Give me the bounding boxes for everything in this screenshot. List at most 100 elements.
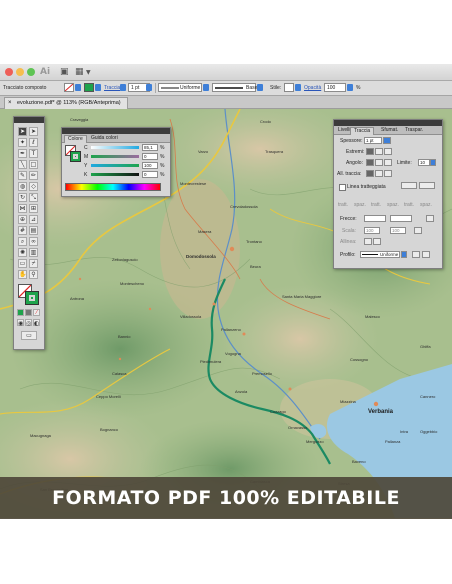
channel-k-field[interactable]: 0 bbox=[142, 171, 158, 178]
stroke-color-swatch[interactable] bbox=[25, 291, 39, 305]
profile-dropdown-arrow[interactable] bbox=[401, 251, 407, 258]
screen-mode-icon[interactable]: ▭ bbox=[21, 331, 37, 340]
stroke-label[interactable]: Traccia bbox=[104, 85, 120, 91]
end-scale-input[interactable]: 100 bbox=[390, 227, 406, 234]
align-inside-button[interactable] bbox=[375, 170, 383, 177]
minimize-window-button[interactable] bbox=[16, 68, 24, 76]
variable-width-profile[interactable]: Uniforme bbox=[158, 83, 202, 92]
dashed-line-checkbox[interactable] bbox=[339, 184, 346, 191]
channel-c-field[interactable]: 85,1 bbox=[142, 144, 158, 151]
arrow-tip-beyond-button[interactable] bbox=[364, 238, 372, 245]
channel-c-slider[interactable] bbox=[91, 146, 139, 149]
rectangle-tool-icon[interactable]: □ bbox=[29, 160, 38, 169]
direct-selection-tool-icon[interactable]: ➤ bbox=[29, 127, 38, 136]
eraser-tool-icon[interactable]: ◇ bbox=[29, 182, 38, 191]
start-scale-input[interactable]: 100 bbox=[364, 227, 380, 234]
limit-stepper[interactable] bbox=[430, 159, 436, 166]
mesh-tool-icon[interactable]: # bbox=[18, 226, 27, 235]
slice-tool-icon[interactable]: ⌿ bbox=[29, 259, 38, 268]
zoom-tool-icon[interactable]: ⚲ bbox=[29, 270, 38, 279]
gradient-mode-icon[interactable] bbox=[25, 309, 32, 316]
stroke-weight-stepper[interactable] bbox=[120, 84, 126, 91]
tab-stroke[interactable]: Traccia bbox=[350, 127, 375, 135]
fill-dropdown-arrow[interactable] bbox=[75, 84, 81, 91]
profile-dropdown[interactable] bbox=[203, 84, 209, 91]
type-tool-icon[interactable]: T bbox=[29, 149, 38, 158]
arrange-documents-icon[interactable]: ▦ bbox=[75, 67, 84, 77]
dash-preserve-button[interactable] bbox=[401, 182, 417, 189]
round-cap-button[interactable] bbox=[375, 148, 383, 155]
none-mode-icon[interactable]: ⁄ bbox=[33, 309, 40, 316]
align-outside-button[interactable] bbox=[384, 170, 392, 177]
color-stroke-swatch[interactable] bbox=[70, 151, 81, 162]
draw-normal-icon[interactable]: ◉ bbox=[17, 319, 24, 327]
flip-along-button[interactable] bbox=[412, 251, 420, 258]
document-tab[interactable]: × evoluzione.pdf* @ 113% (RGB/Anteprima) bbox=[4, 97, 128, 109]
tab-color-guide[interactable]: Guida colori bbox=[88, 135, 121, 142]
shape-builder-tool-icon[interactable]: ⊕ bbox=[18, 215, 27, 224]
artboard-tool-icon[interactable]: ▭ bbox=[18, 259, 27, 268]
style-swatch[interactable] bbox=[284, 83, 294, 92]
free-transform-tool-icon[interactable]: ⊞ bbox=[29, 204, 38, 213]
blob-brush-tool-icon[interactable]: ◍ bbox=[18, 182, 27, 191]
opacity-label[interactable]: Opacità bbox=[304, 85, 321, 91]
hand-tool-icon[interactable]: ✋ bbox=[18, 270, 27, 279]
style-dropdown[interactable] bbox=[295, 84, 301, 91]
dash-align-button[interactable] bbox=[419, 182, 435, 189]
limit-input[interactable]: 10 bbox=[418, 159, 430, 166]
chevron-down-icon[interactable]: ▼ bbox=[86, 69, 91, 76]
bevel-join-button[interactable] bbox=[384, 159, 392, 166]
lasso-tool-icon[interactable]: ℓ bbox=[29, 138, 38, 147]
blend-tool-icon[interactable]: ∞ bbox=[29, 237, 38, 246]
fill-swatch[interactable] bbox=[64, 83, 74, 92]
brush-definition[interactable]: Base bbox=[212, 83, 257, 92]
width-tool-icon[interactable]: ⋈ bbox=[18, 204, 27, 213]
eyedropper-tool-icon[interactable]: ⌕ bbox=[18, 237, 27, 246]
selection-tool-icon[interactable]: ➤ bbox=[18, 127, 27, 136]
tab-transparency[interactable]: Traspar. bbox=[402, 127, 426, 134]
tab-close-icon[interactable]: × bbox=[8, 98, 12, 109]
pencil-tool-icon[interactable]: ✏ bbox=[29, 171, 38, 180]
channel-m-slider[interactable] bbox=[91, 155, 139, 158]
tools-panel-header[interactable] bbox=[14, 117, 44, 123]
draw-inside-icon[interactable]: ◐ bbox=[33, 319, 40, 327]
swap-arrows-button[interactable] bbox=[426, 215, 434, 222]
gradient-tool-icon[interactable]: ▤ bbox=[29, 226, 38, 235]
stroke-weight-dropdown[interactable] bbox=[146, 84, 152, 91]
round-join-button[interactable] bbox=[375, 159, 383, 166]
scale-tool-icon[interactable]: ⤡ bbox=[29, 193, 38, 202]
projecting-cap-button[interactable] bbox=[384, 148, 392, 155]
color-mode-icon[interactable] bbox=[17, 309, 24, 316]
miter-join-button[interactable] bbox=[366, 159, 374, 166]
opacity-field[interactable]: 100 bbox=[324, 83, 346, 92]
stroke-weight-input[interactable]: 1 pt bbox=[364, 137, 382, 144]
tab-color[interactable]: Colore bbox=[64, 135, 87, 143]
magic-wand-tool-icon[interactable]: ✦ bbox=[18, 138, 27, 147]
color-spectrum-bar[interactable] bbox=[65, 183, 161, 191]
perspective-grid-tool-icon[interactable]: ⊿ bbox=[29, 215, 38, 224]
zoom-window-button[interactable] bbox=[27, 68, 35, 76]
weight-dropdown[interactable] bbox=[383, 137, 391, 144]
symbol-sprayer-tool-icon[interactable]: ✺ bbox=[18, 248, 27, 257]
link-scale-button[interactable] bbox=[414, 227, 422, 234]
channel-y-slider[interactable] bbox=[91, 164, 139, 167]
butt-cap-button[interactable] bbox=[366, 148, 374, 155]
brush-dropdown[interactable] bbox=[257, 84, 263, 91]
opacity-dropdown[interactable] bbox=[347, 84, 353, 91]
start-arrow-select[interactable] bbox=[364, 215, 386, 222]
draw-behind-icon[interactable]: ◎ bbox=[25, 319, 32, 327]
map-canvas[interactable]: Craveggia Zellonlaguscio Domodossola Tro… bbox=[0, 109, 452, 518]
stroke-swatch[interactable] bbox=[84, 83, 94, 92]
graph-tool-icon[interactable]: ▥ bbox=[29, 248, 38, 257]
arrow-tip-at-end-button[interactable] bbox=[373, 238, 381, 245]
paintbrush-tool-icon[interactable]: ✎ bbox=[18, 171, 27, 180]
stroke-dropdown-arrow[interactable] bbox=[95, 84, 101, 91]
profile-select[interactable]: Uniforme bbox=[360, 251, 400, 258]
bridge-icon[interactable]: ▣ bbox=[60, 67, 69, 77]
rotate-tool-icon[interactable]: ↻ bbox=[18, 193, 27, 202]
close-window-button[interactable] bbox=[5, 68, 13, 76]
flip-across-button[interactable] bbox=[422, 251, 430, 258]
pen-tool-icon[interactable]: ✒ bbox=[18, 149, 27, 158]
end-arrow-select[interactable] bbox=[390, 215, 412, 222]
align-center-button[interactable] bbox=[366, 170, 374, 177]
